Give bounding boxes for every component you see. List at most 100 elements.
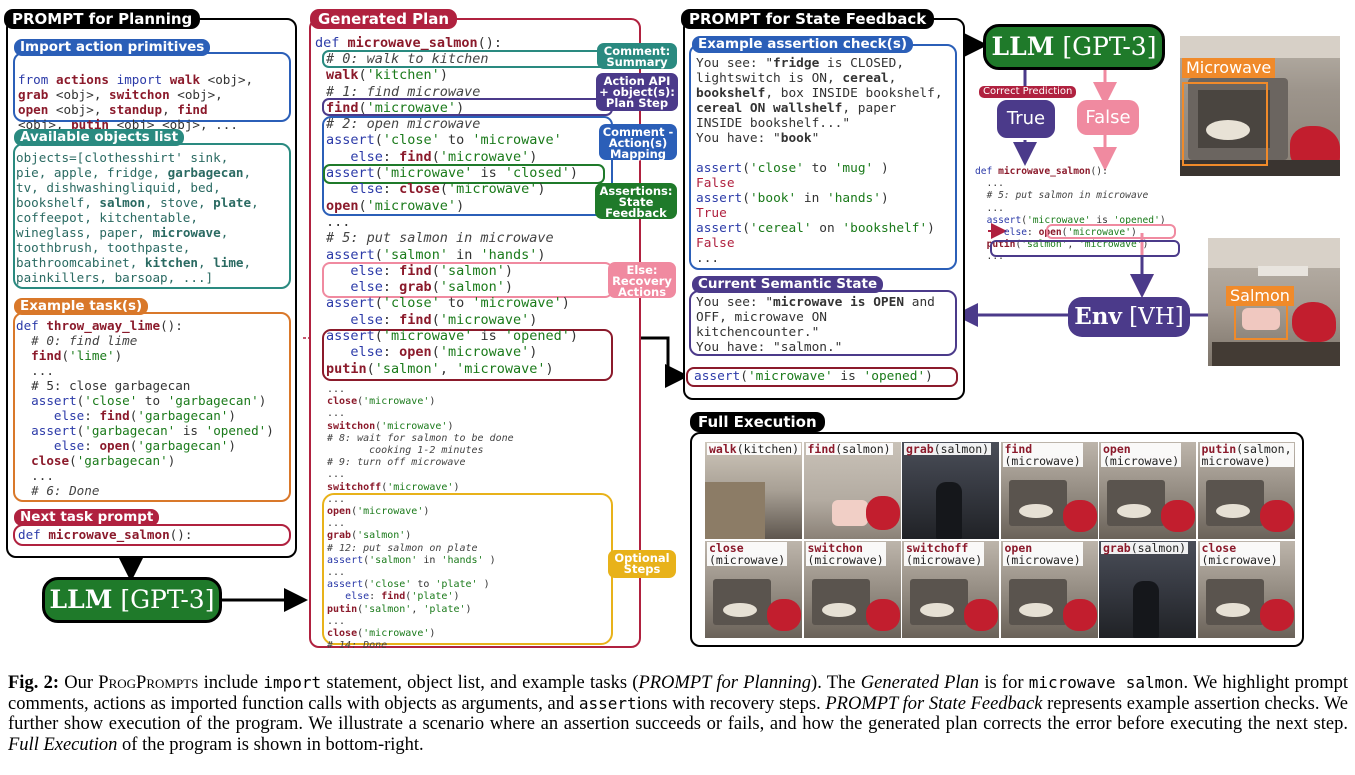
next-task-title: Next task prompt — [14, 509, 160, 526]
person-shape — [1133, 581, 1159, 638]
microwave-shape — [1008, 480, 1067, 526]
caption-text: is for — [979, 673, 1029, 693]
execution-frame-label: putin(salmon, microwave) — [1199, 443, 1294, 467]
tag-optional: Optional Steps — [608, 550, 676, 578]
execution-frame-label: walk(kitchen) — [707, 442, 802, 456]
microwave-shape — [811, 579, 870, 625]
tomatoes-shape — [964, 599, 998, 631]
execution-frame: open (microwave) — [1000, 541, 1098, 638]
execution-args: (microwave) — [1004, 454, 1081, 468]
execution-frame-label: grab(salmon) — [1101, 542, 1189, 554]
plate-shape — [821, 603, 856, 617]
execution-args: (microwave) — [1201, 553, 1278, 567]
tag-else-recovery: Else: Recovery Actions — [608, 262, 676, 298]
execution-action: find — [807, 442, 836, 456]
tag-assertions: Assertions: State Feedback — [595, 183, 677, 219]
plate-shape — [920, 603, 954, 617]
example-code: def throw_away_lime(): # 0: find lime fi… — [16, 318, 274, 498]
execution-frame-label: close (microwave) — [1199, 542, 1280, 567]
execution-frame: grab(salmon) — [902, 442, 999, 539]
tomatoes-shape — [1062, 500, 1097, 532]
execution-args: (microwave) — [709, 553, 786, 567]
microwave-shape — [1205, 480, 1264, 526]
figure-caption: Fig. 2: Our ProgPrompts include import s… — [8, 673, 1348, 755]
llm-feedback-box: LLM [GPT-3] — [983, 24, 1165, 70]
person-shape — [936, 482, 962, 539]
objects-title: Available objects list — [14, 129, 185, 146]
semantic-state-text: You see: "microwave is OPEN and OFF, mic… — [696, 295, 935, 355]
tomatoes-shape — [1161, 500, 1195, 532]
caption-emphasis: PROMPT for Planning — [638, 673, 812, 693]
caption-code: import — [263, 673, 322, 692]
counter-shape — [705, 482, 765, 539]
execution-args: (salmon) — [835, 442, 891, 456]
execution-frame-label: open (microwave) — [1101, 443, 1182, 468]
objects-code: objects=[clothesshirt' sink, pie, apple,… — [16, 150, 259, 285]
plate-shape — [1117, 504, 1151, 518]
plan-small-code: ... close('microwave') ... switchon('mic… — [327, 384, 514, 652]
tomatoes-shape — [1259, 599, 1294, 631]
llm-model: [GPT-3] — [112, 585, 215, 614]
tag-comment-action: Comment - Action(s) Mapping — [599, 124, 677, 160]
caption-text: of the program is shown in bottom-right. — [117, 734, 424, 755]
execution-action: walk — [709, 442, 737, 456]
caption-emphasis: Full Execution — [8, 734, 118, 755]
execution-frame: switchoff (microwave) — [902, 541, 999, 638]
tomatoes-shape — [767, 599, 801, 631]
salmon-bbox — [1234, 300, 1288, 340]
tag-comment-summary: Comment: Summary — [597, 43, 677, 69]
microwave-bbox — [1182, 82, 1268, 166]
false-box: False — [1077, 100, 1139, 135]
example-title: Example task(s) — [14, 298, 149, 315]
env-label: Env — [1074, 303, 1122, 330]
execution-frame-label: find (microwave) — [1002, 443, 1083, 468]
mini-hl-putin — [990, 240, 1180, 257]
semantic-state-title: Current Semantic State — [692, 276, 884, 293]
microwave-label: Microwave — [1182, 58, 1276, 78]
execution-frame: switchon (microwave) — [803, 541, 901, 638]
tag-action-api: Action API + object(s): Plan Step — [596, 73, 678, 111]
execution-frame: find (microwave) — [1000, 442, 1098, 539]
true-box: True — [997, 100, 1055, 138]
execution-frame: putin(salmon, microwave) — [1197, 442, 1295, 539]
execution-title: Full Execution — [690, 412, 825, 432]
plate-shape — [1215, 603, 1250, 617]
execution-frame: open (microwave) — [1099, 442, 1196, 539]
execution-args: (microwave) — [906, 553, 983, 567]
caption-text: ions with recovery steps. — [636, 693, 826, 714]
import-title: Import action primitives — [14, 39, 211, 56]
execution-frame-label: grab(salmon) — [904, 442, 992, 456]
correct-prediction-badge: Correct Prediction — [979, 86, 1077, 98]
salmon-shape — [831, 500, 868, 526]
execution-frame: walk(kitchen) — [705, 442, 802, 539]
execution-args: (microwave) — [1004, 553, 1081, 567]
example-assertion-text: You see: "fridge is CLOSED, lightswitch … — [696, 56, 943, 266]
microwave-shape — [910, 579, 968, 625]
env-box: Env [VH] — [1068, 297, 1190, 337]
salmon-image: Salmon — [1208, 238, 1340, 366]
execution-frame: find(salmon) — [803, 442, 901, 539]
execution-frame-label: find(salmon) — [805, 442, 893, 456]
execution-frame: close (microwave) — [1197, 541, 1295, 638]
caption-code: microwave salmon — [1028, 673, 1184, 692]
execution-args: (microwave) — [807, 553, 884, 567]
caption-text: include — [198, 673, 264, 693]
plan-code: # 0: walk to kitchen walk('kitchen') # 1… — [326, 51, 579, 377]
caption-text: Our — [59, 673, 99, 693]
execution-frame: grab(salmon) — [1099, 541, 1196, 638]
query-text: assert('microwave' is 'opened') — [694, 369, 933, 384]
plan-header: def microwave_salmon(): — [315, 35, 502, 51]
plate-shape — [723, 603, 757, 617]
plan-title: Generated Plan — [310, 9, 458, 29]
microwave-shape — [1205, 579, 1264, 625]
plate-shape — [1215, 504, 1250, 518]
next-task-code: def microwave_salmon(): — [18, 527, 193, 542]
microwave-shape — [713, 579, 771, 625]
tomatoes-shape — [1259, 500, 1294, 532]
tomatoes-shape — [1062, 599, 1097, 631]
plate-shape — [1018, 603, 1053, 617]
salmon-label: Salmon — [1226, 286, 1294, 306]
execution-action: grab — [906, 442, 934, 456]
execution-frame-label: switchon (microwave) — [805, 542, 886, 567]
caption-emphasis: Generated Plan — [860, 673, 980, 693]
